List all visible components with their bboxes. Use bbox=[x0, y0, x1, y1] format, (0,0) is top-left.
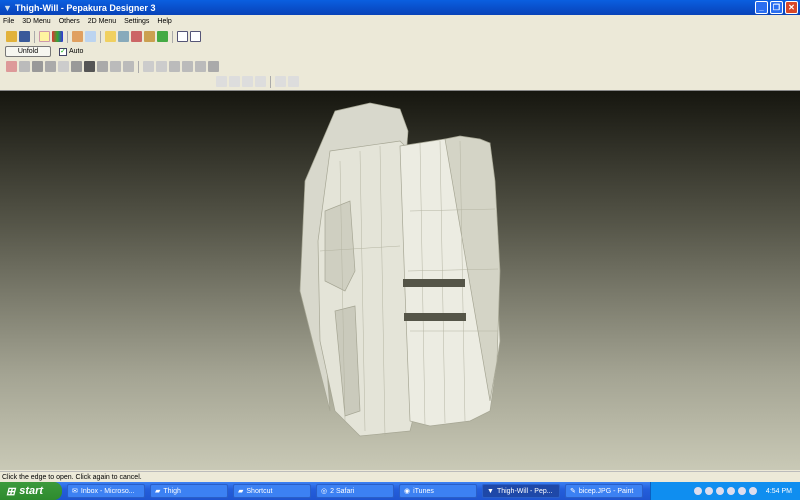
start-button[interactable]: ⊞ start bbox=[0, 482, 62, 500]
task-label: bicep.JPG - Paint bbox=[578, 487, 634, 495]
menu-help[interactable]: Help bbox=[157, 18, 171, 25]
safari-icon: ◎ bbox=[321, 488, 328, 495]
save-icon[interactable] bbox=[19, 31, 30, 42]
texture-icon[interactable] bbox=[52, 31, 63, 42]
rotate-part-icon[interactable] bbox=[45, 61, 56, 72]
clock-icon[interactable] bbox=[195, 61, 206, 72]
rotate-left-icon[interactable] bbox=[275, 76, 286, 87]
clock[interactable]: 4:54 PM bbox=[766, 488, 792, 495]
messenger-tray-icon[interactable] bbox=[715, 487, 724, 495]
task-pepakura[interactable]: ▼ Thigh-Will - Pep... bbox=[482, 484, 560, 498]
task-label: 2 Safari bbox=[330, 487, 355, 495]
slot bbox=[403, 279, 465, 287]
auto-label: Auto bbox=[69, 48, 84, 55]
main-toolbar bbox=[0, 29, 201, 44]
chat-tray-icon[interactable] bbox=[737, 487, 746, 495]
flip-icon[interactable] bbox=[58, 61, 69, 72]
move-icon[interactable] bbox=[32, 61, 43, 72]
start-label: start bbox=[19, 485, 44, 497]
open-icon[interactable] bbox=[6, 31, 17, 42]
grid-icon[interactable] bbox=[143, 61, 154, 72]
folder-icon: ▰ bbox=[155, 488, 161, 495]
part-icon[interactable] bbox=[118, 31, 129, 42]
menu-file[interactable]: File bbox=[3, 18, 14, 25]
task-thigh[interactable]: ▰ Thigh bbox=[150, 484, 228, 498]
task-outlook[interactable]: ✉ Inbox - Microso... bbox=[67, 484, 145, 498]
task-safari[interactable]: ◎ 2 Safari bbox=[316, 484, 394, 498]
paint-icon: ✎ bbox=[570, 488, 576, 495]
system-tray: 4:54 PM bbox=[650, 482, 800, 500]
unfold-button[interactable]: Unfold bbox=[5, 46, 51, 57]
align-top-icon[interactable] bbox=[242, 76, 253, 87]
task-label: Thigh bbox=[163, 487, 181, 495]
folder-icon: ▰ bbox=[238, 488, 244, 495]
menu-2d[interactable]: 2D Menu bbox=[88, 18, 116, 25]
snap-icon[interactable] bbox=[156, 61, 167, 72]
task-label: Thigh-Will - Pep... bbox=[496, 487, 553, 495]
windows-logo-icon: ⊞ bbox=[6, 485, 16, 498]
join-icon[interactable] bbox=[144, 31, 155, 42]
menu-bar: File 3D Menu Others 2D Menu Settings Hel… bbox=[0, 15, 800, 28]
3d-viewport[interactable] bbox=[0, 90, 800, 470]
maximize-button[interactable]: ❐ bbox=[770, 1, 783, 14]
align-toolbar bbox=[210, 74, 299, 89]
number-icon[interactable] bbox=[169, 61, 180, 72]
menu-others[interactable]: Others bbox=[59, 18, 80, 25]
align-bottom-icon[interactable] bbox=[255, 76, 266, 87]
window-title: Thigh-Will - Pepakura Designer 3 bbox=[15, 2, 156, 13]
align-left-icon[interactable] bbox=[216, 76, 227, 87]
anchor-icon[interactable] bbox=[131, 31, 142, 42]
view-3d-icon[interactable] bbox=[177, 31, 188, 42]
task-label: Inbox - Microso... bbox=[80, 487, 135, 495]
text-icon[interactable] bbox=[84, 61, 95, 72]
envelope-icon[interactable] bbox=[85, 31, 96, 42]
outlook-icon: ✉ bbox=[72, 488, 78, 495]
rotate-right-icon[interactable] bbox=[288, 76, 299, 87]
edit-toolbar bbox=[0, 59, 219, 74]
title-bar: ▼ Thigh-Will - Pepakura Designer 3 _ ❐ ✕ bbox=[0, 0, 800, 15]
volume-tray-icon[interactable] bbox=[748, 487, 757, 495]
app-icon: ▼ bbox=[3, 3, 12, 13]
slot bbox=[404, 313, 466, 321]
pepakura-icon: ▼ bbox=[487, 487, 494, 495]
undo-icon[interactable] bbox=[110, 61, 121, 72]
menu-3d[interactable]: 3D Menu bbox=[22, 18, 50, 25]
close-button[interactable]: ✕ bbox=[785, 1, 798, 14]
help-tray-icon[interactable] bbox=[693, 487, 702, 495]
thigh-model[interactable] bbox=[0, 91, 800, 471]
view-2d-icon[interactable] bbox=[190, 31, 201, 42]
task-label: iTunes bbox=[413, 487, 434, 495]
task-shortcut[interactable]: ▰ Shortcut bbox=[233, 484, 311, 498]
unfold-toolbar: Unfold ✓ Auto bbox=[0, 44, 83, 59]
fold-line-icon[interactable] bbox=[182, 61, 193, 72]
rotate-icon[interactable] bbox=[157, 31, 168, 42]
task-label: Shortcut bbox=[246, 487, 273, 495]
status-bar: Click the edge to open. Click again to c… bbox=[0, 471, 800, 482]
join-edge-icon[interactable] bbox=[97, 61, 108, 72]
antivirus-tray-icon[interactable] bbox=[726, 487, 735, 495]
pointer-icon[interactable] bbox=[19, 61, 30, 72]
redo-icon[interactable] bbox=[123, 61, 134, 72]
print-icon[interactable] bbox=[208, 61, 219, 72]
align-right-icon[interactable] bbox=[229, 76, 240, 87]
select-icon[interactable] bbox=[6, 61, 17, 72]
itunes-icon: ◉ bbox=[404, 488, 411, 495]
light-icon[interactable] bbox=[39, 31, 50, 42]
scale-icon[interactable] bbox=[71, 61, 82, 72]
network-tray-icon[interactable] bbox=[704, 487, 713, 495]
minimize-button[interactable]: _ bbox=[755, 1, 768, 14]
edit-icon[interactable] bbox=[105, 31, 116, 42]
auto-checkbox[interactable]: ✓ bbox=[59, 47, 67, 56]
menu-settings[interactable]: Settings bbox=[124, 18, 149, 25]
flap-icon[interactable] bbox=[72, 31, 83, 42]
task-paint[interactable]: ✎ bicep.JPG - Paint bbox=[565, 484, 643, 498]
taskbar: ⊞ start ✉ Inbox - Microso... ▰ Thigh ▰ Short… bbox=[0, 482, 800, 500]
task-itunes[interactable]: ◉ iTunes bbox=[399, 484, 477, 498]
